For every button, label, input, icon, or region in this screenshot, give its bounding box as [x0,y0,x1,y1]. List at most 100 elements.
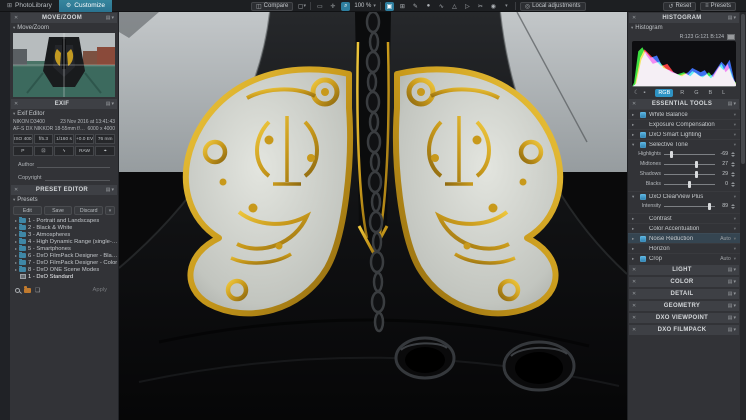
slider-thumb[interactable] [695,171,698,178]
palette-menu-button[interactable]: ▤▾ [106,15,114,21]
expander-open-icon[interactable]: ▾ [632,142,637,148]
chevron-down-icon[interactable]: ▾ [734,142,736,148]
navigator-thumbnail[interactable] [13,33,115,97]
chevron-down-icon[interactable]: ▾ [734,194,736,200]
tool-dxo-clearview-plus[interactable]: ▾ DxO ClearView Plus ▾ [628,191,740,201]
channel-g-button[interactable]: G [691,89,701,97]
correction-inactive-icon[interactable] [640,246,646,252]
fit-screen-button[interactable]: ▭ [315,2,324,11]
presets-button[interactable]: ≡ Presets [700,2,736,11]
correction-active-icon[interactable] [640,112,646,118]
local-adjustments-button[interactable]: ◎ Local adjustments [520,2,586,11]
channel-b-button[interactable]: B [706,89,716,97]
expander-icon[interactable]: ▸ [15,267,17,272]
slider-track[interactable] [664,203,715,210]
slider-thumb[interactable] [688,181,691,188]
expander-icon[interactable]: ▸ [632,226,637,232]
preset-edit-button[interactable]: Edit [13,206,42,215]
tool-noise-reduction[interactable]: ▸ Noise Reduction Auto ▾ [628,233,740,243]
tool-selective-tone[interactable]: ▾ Selective Tone ▾ [628,139,740,149]
correction-active-icon[interactable] [640,132,646,138]
correction-active-icon[interactable] [640,236,646,242]
send-tool-button[interactable]: ▷ [463,2,472,11]
grid-overlay-button[interactable]: ⊞ [398,2,407,11]
slider-thumb[interactable] [670,151,673,158]
slider-track[interactable] [664,151,715,158]
repair-tool-button[interactable]: ✎ [411,2,420,11]
correction-active-icon[interactable] [640,256,646,262]
search-icon[interactable] [15,288,20,293]
preset-folder-item[interactable]: ▸4 - High Dynamic Range (single-sh… [10,238,118,245]
palette-menu-button[interactable]: ▤▾ [728,267,736,273]
expander-icon[interactable]: ▸ [15,246,17,251]
preset-folder-item[interactable]: ▸2 - Black & White [10,224,118,231]
zoom-level-select[interactable]: 100 % ▾ [354,3,376,9]
slider-thumb[interactable] [708,203,711,210]
author-input[interactable] [37,161,110,168]
preset-folder-item[interactable]: ▸3 - Atmospheres [10,231,118,238]
preset-folder-item[interactable]: ▸5 - Smartphones [10,245,118,252]
histogram-chart[interactable] [632,41,736,87]
expander-icon[interactable]: ▸ [632,256,637,262]
more-tools-button[interactable]: ▾ [502,2,511,11]
palette-menu-button[interactable]: ▤▾ [728,303,736,309]
perspective-tool-button[interactable]: △ [450,2,459,11]
image-viewer[interactable] [119,12,627,420]
value-stepper[interactable] [730,152,736,157]
movezoom-toggle[interactable]: ▾ Move/Zoom [10,23,118,32]
channel-l-button[interactable]: L [719,89,728,97]
palette-menu-button[interactable]: ▤▾ [728,315,736,321]
highlight-clipping-icon[interactable]: ▪ [643,90,645,96]
preset-folder-item[interactable]: ▸1 - Portrait and Landscapes [10,217,118,224]
presets-toggle[interactable]: ▾ Presets [10,195,118,204]
vertical-scrollbar[interactable] [740,12,746,420]
view-mode-button[interactable]: ▢▾ [297,2,306,11]
move-tool-button[interactable]: ✛ [328,2,337,11]
preset-item-selected[interactable]: 1 - DxO Standard [10,273,118,280]
chevron-down-icon[interactable]: ▾ [734,236,736,242]
section-dxo-filmpack[interactable]: ✕ DXO FILMPACK ▤▾ [629,325,739,335]
chevron-down-icon[interactable]: ▾ [734,132,736,138]
expander-icon[interactable]: ▸ [632,112,637,118]
preset-folder-item[interactable]: ▸6 - DxO FilmPack Designer - Black… [10,252,118,259]
chevron-down-icon[interactable]: ▾ [734,256,736,262]
reset-button[interactable]: ↺ Reset [663,2,696,11]
correction-active-icon[interactable] [640,142,646,148]
value-stepper[interactable] [730,204,736,209]
expander-icon[interactable]: ▸ [15,225,17,230]
slider-track[interactable] [664,161,715,168]
apply-button[interactable]: Apply [86,286,113,294]
expander-icon[interactable]: ▸ [15,260,17,265]
chevron-down-icon[interactable]: ▾ [734,216,736,222]
copyright-input[interactable] [45,174,110,181]
correction-inactive-icon[interactable] [640,226,646,232]
channel-r-button[interactable]: R [677,89,687,97]
chevron-down-icon[interactable]: ▾ [734,122,736,128]
slider-track[interactable] [664,181,715,188]
tool-contrast[interactable]: ▸ Contrast ▾ [628,213,740,223]
expander-icon[interactable]: ▸ [632,216,637,222]
expander-icon[interactable]: ▸ [15,232,17,237]
palette-menu-button[interactable]: ▤▾ [728,291,736,297]
value-stepper[interactable] [730,172,736,177]
correction-active-icon[interactable] [640,194,646,200]
palette-menu-button[interactable]: ▤▾ [728,327,736,333]
histogram-toggle[interactable]: ▾ Histogram [628,23,740,32]
expander-open-icon[interactable]: ▾ [632,194,637,200]
crop-tool-button[interactable]: ▣ [385,2,394,11]
show-corrections-button[interactable]: ◉ [489,2,498,11]
duplicate-icon[interactable]: ❏ [35,287,40,294]
expander-icon[interactable]: ▸ [15,239,17,244]
chevron-down-icon[interactable]: ▾ [734,112,736,118]
tab-photolibrary[interactable]: ⊞ PhotoLibrary [0,0,59,12]
section-color[interactable]: ✕ COLOR ▤▾ [629,277,739,287]
tab-customize[interactable]: ⚙ Customize [59,0,112,12]
tool-color-accentuation[interactable]: ▸ Color Accentuation ▾ [628,223,740,233]
preset-menu-button[interactable]: ▾ [105,206,115,215]
preset-discard-button[interactable]: Discard [74,206,103,215]
color-swatch[interactable] [727,34,735,40]
shadow-clipping-icon[interactable]: ☾ [634,89,639,96]
correction-inactive-icon[interactable] [640,122,646,128]
correction-inactive-icon[interactable] [640,216,646,222]
horizon-tool-button[interactable]: ∿ [437,2,446,11]
